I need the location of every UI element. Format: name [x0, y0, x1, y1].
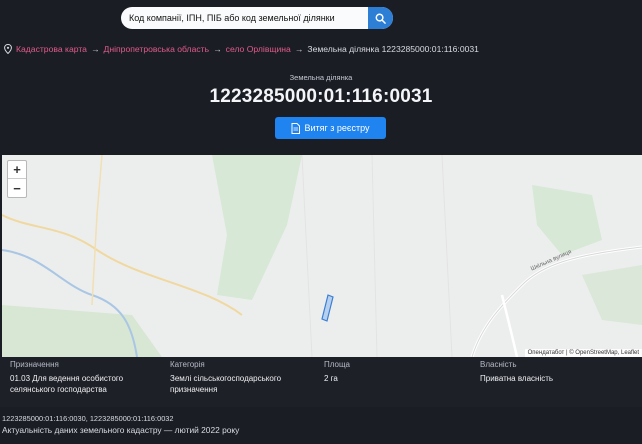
registry-extract-button[interactable]: Витяг з реєстру	[275, 117, 386, 139]
ownership-label: Власність	[480, 360, 517, 369]
purpose-field: Призначення 01.03 Для ведення особистого…	[10, 360, 150, 396]
arrow-right-icon: →	[213, 44, 222, 54]
arrow-right-icon: →	[294, 44, 304, 54]
area-value: 2 га	[324, 374, 338, 383]
registry-extract-label: Витяг з реєстру	[304, 123, 370, 133]
zoom-in-button[interactable]: +	[8, 161, 26, 179]
search-bar	[121, 7, 393, 29]
ownership-field: Власність Приватна власність	[480, 360, 630, 385]
neighbor-parcels[interactable]: 1223285000:01:116:0030, 1223285000:01:11…	[2, 414, 174, 423]
cadastral-map[interactable]: + − Шкільна вулиця Опендатабот | © OpenS…	[2, 155, 642, 357]
map-tiles	[2, 155, 642, 357]
search-input[interactable]	[129, 10, 365, 26]
arrow-right-icon: →	[90, 44, 100, 54]
breadcrumb-region[interactable]: Дніпропетровська область	[104, 44, 210, 54]
breadcrumb-village[interactable]: село Орлівщина	[226, 44, 291, 54]
breadcrumb-current: Земельна ділянка 1223285000:01:116:0031	[307, 44, 479, 54]
map-pin-icon	[4, 44, 12, 54]
search-icon	[375, 13, 386, 24]
zoom-out-button[interactable]: −	[8, 179, 26, 197]
plot-info-panel: Призначення 01.03 Для ведення особистого…	[0, 357, 642, 407]
purpose-value: 01.03 Для ведення особистого селянського…	[10, 374, 124, 394]
area-field: Площа 2 га	[324, 360, 444, 385]
data-actuality-note: Актуальність даних земельного кадастру —…	[2, 425, 240, 435]
search-button[interactable]	[368, 7, 393, 29]
category-field: Категорія Землі сільськогосподарського п…	[170, 360, 300, 396]
breadcrumb: Кадастрова карта → Дніпропетровська обла…	[4, 44, 479, 54]
category-value: Землі сільськогосподарського призначення	[170, 374, 282, 394]
purpose-label: Призначення	[10, 360, 59, 369]
category-label: Категорія	[170, 360, 205, 369]
plot-label: Земельна ділянка	[289, 73, 353, 82]
document-icon	[291, 122, 301, 134]
zoom-control: + −	[7, 160, 27, 198]
map-attribution: Опендатабот | © OpenStreetMap, Leaflet	[524, 349, 642, 357]
area-label: Площа	[324, 360, 350, 369]
ownership-value: Приватна власність	[480, 374, 554, 383]
breadcrumb-cadastral-map[interactable]: Кадастрова карта	[16, 44, 87, 54]
plot-number: 1223285000:01:116:0031	[209, 86, 433, 107]
